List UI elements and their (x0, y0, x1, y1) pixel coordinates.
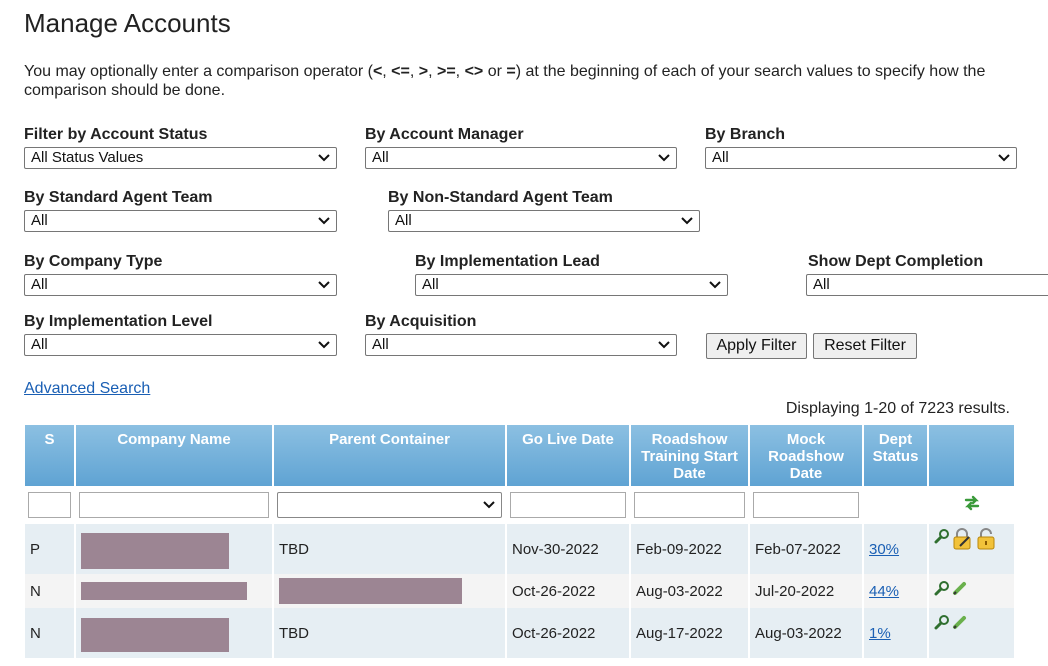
chevron-down-icon (658, 341, 670, 349)
mock-header-line: Mock (786, 431, 826, 448)
standard-agent-team-label: By Standard Agent Team (24, 189, 213, 206)
row-actions (934, 580, 1009, 596)
standard-agent-team-select[interactable]: All (24, 210, 337, 232)
parent-container-filter-select[interactable] (277, 492, 502, 518)
redacted-company-name (81, 582, 247, 601)
redacted-parent-container (279, 578, 462, 604)
accounts-table: S Company Name Parent Container Go Live … (25, 425, 1014, 658)
magnifier-icon[interactable] (934, 614, 950, 630)
roadshow-date-filter-input[interactable] (634, 492, 745, 518)
roadshow-date-cell: Aug-03-2022 (630, 574, 750, 608)
go-live-date-filter-input[interactable] (510, 492, 626, 518)
col-header-roadshow-training-start[interactable]: Roadshow Training Start Date (630, 425, 750, 486)
go-live-date-cell: Oct-26-2022 (506, 574, 631, 608)
company-type-label: By Company Type (24, 253, 163, 270)
acquisition-select[interactable]: All (365, 334, 677, 356)
branch-select[interactable]: All (705, 147, 1017, 169)
roadshow-header-line: Date (673, 465, 706, 482)
table-row[interactable]: N Oct-26-2022 Aug-03-2022 Jul-20-2022 44… (25, 574, 1014, 608)
chevron-down-icon (318, 154, 330, 162)
magnifier-icon[interactable] (934, 528, 950, 544)
col-header-s[interactable]: S (25, 425, 76, 486)
col-header-actions (928, 425, 1014, 486)
advanced-search-link[interactable]: Advanced Search (24, 380, 150, 398)
col-header-parent-container[interactable]: Parent Container (273, 425, 507, 486)
mock-roadshow-date-filter-input[interactable] (753, 492, 859, 518)
row-actions (934, 528, 1009, 550)
implementation-lead-select[interactable]: All (415, 274, 728, 296)
table-filter-row (25, 486, 1014, 524)
dept-completion-select[interactable]: All (806, 274, 1048, 296)
acquisition-label: By Acquisition (365, 313, 477, 330)
results-count: Displaying 1-20 of 7223 results. (785, 400, 1010, 417)
account-status-select[interactable]: All Status Values (24, 147, 337, 169)
s-filter-input[interactable] (28, 492, 71, 518)
go-live-date-cell: Nov-30-2022 (506, 524, 631, 574)
dept-status-link[interactable]: 1% (869, 625, 891, 642)
company-name-filter-input[interactable] (79, 492, 269, 518)
mock-header-line: Date (789, 465, 823, 482)
refresh-icon[interactable] (963, 494, 981, 512)
table-row[interactable]: N TBD Oct-26-2022 Aug-17-2022 Aug-03-202… (25, 608, 1014, 658)
col-header-dept-status[interactable]: Dept Status (863, 425, 929, 486)
col-header-company-name[interactable]: Company Name (75, 425, 274, 486)
col-header-mock-roadshow-date[interactable]: Mock Roadshow Date (749, 425, 864, 486)
roadshow-header-line: Roadshow (651, 431, 728, 448)
dept-completion-label: Show Dept Completion (808, 253, 984, 270)
dept-header-line: Dept (878, 431, 913, 448)
unlock-icon[interactable] (976, 528, 998, 550)
table-row[interactable]: P TBD Nov-30-2022 Feb-09-2022 Feb-07-202… (25, 524, 1014, 574)
redacted-company-name (81, 618, 229, 652)
implementation-level-label: By Implementation Level (24, 313, 213, 330)
chevron-down-icon (318, 217, 330, 225)
chevron-down-icon (998, 154, 1010, 162)
status-cell: N (25, 574, 76, 608)
chevron-down-icon (658, 154, 670, 162)
dept-header-line: Status (872, 448, 919, 465)
mock-header-line: Roadshow (768, 448, 844, 465)
pencil-icon[interactable] (952, 614, 968, 630)
account-manager-label: By Account Manager (365, 126, 524, 143)
chevron-down-icon (318, 341, 330, 349)
roadshow-date-cell: Aug-17-2022 (630, 608, 750, 658)
pencil-icon[interactable] (952, 580, 968, 596)
reset-filter-button[interactable]: Reset Filter (813, 333, 917, 359)
roadshow-header-line: Training Start (641, 448, 738, 465)
page-title: Manage Accounts (24, 8, 231, 38)
parent-container-cell: TBD (273, 608, 507, 658)
chevron-down-icon (681, 217, 693, 225)
chevron-down-icon (318, 281, 330, 289)
row-actions (934, 614, 1009, 630)
dept-status-link[interactable]: 30% (869, 541, 899, 558)
chevron-down-icon (709, 281, 721, 289)
non-standard-agent-team-select[interactable]: All (388, 210, 700, 232)
non-standard-agent-team-label: By Non-Standard Agent Team (388, 189, 613, 206)
account-manager-select[interactable]: All (365, 147, 677, 169)
table-header-row: S Company Name Parent Container Go Live … (25, 425, 1014, 486)
magnifier-icon[interactable] (934, 580, 950, 596)
implementation-lead-label: By Implementation Lead (415, 253, 600, 270)
roadshow-date-cell: Feb-09-2022 (630, 524, 750, 574)
account-status-label: Filter by Account Status (24, 126, 208, 143)
mock-roadshow-date-cell: Feb-07-2022 (749, 524, 864, 574)
dept-status-link[interactable]: 44% (869, 583, 899, 600)
apply-filter-button[interactable]: Apply Filter (706, 333, 807, 359)
parent-container-cell: TBD (273, 524, 507, 574)
branch-label: By Branch (705, 126, 786, 143)
status-cell: P (25, 524, 76, 574)
chevron-down-icon (483, 501, 495, 509)
mock-roadshow-date-cell: Jul-20-2022 (749, 574, 864, 608)
implementation-level-select[interactable]: All (24, 334, 337, 356)
go-live-date-cell: Oct-26-2022 (506, 608, 631, 658)
col-header-go-live-date[interactable]: Go Live Date (506, 425, 631, 486)
locked-edit-icon[interactable] (952, 528, 974, 550)
mock-roadshow-date-cell: Aug-03-2022 (749, 608, 864, 658)
status-cell: N (25, 608, 76, 658)
redacted-company-name (81, 533, 229, 569)
intro-text: You may optionally enter a comparison op… (24, 63, 986, 99)
company-type-select[interactable]: All (24, 274, 337, 296)
